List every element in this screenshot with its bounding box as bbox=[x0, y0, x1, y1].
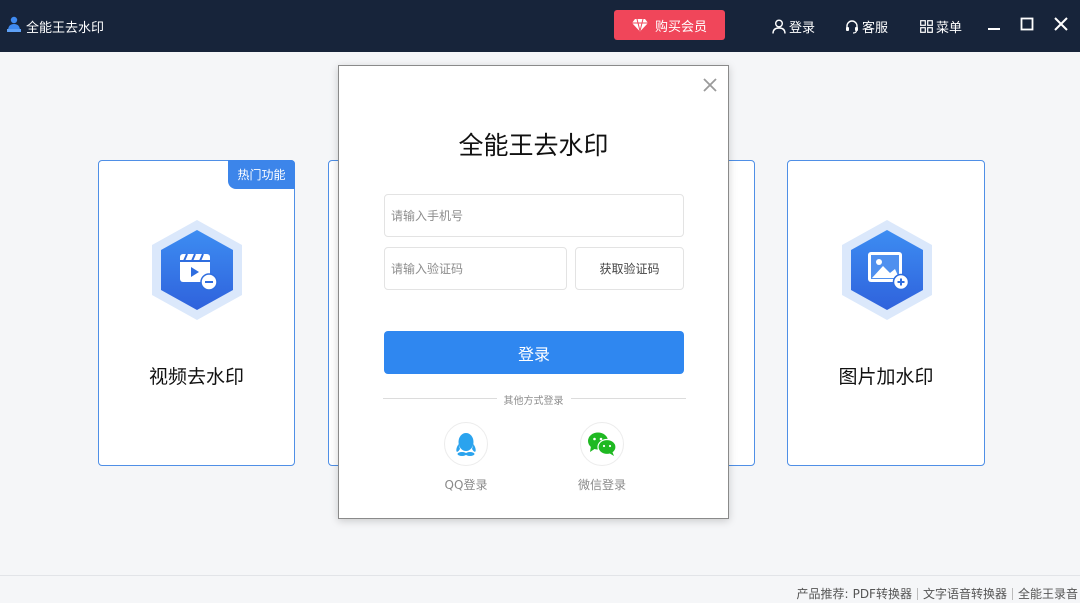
video-icon bbox=[152, 220, 242, 320]
grid-icon bbox=[920, 20, 933, 33]
footer-link-audio-recorder[interactable]: 全能王录音 bbox=[1018, 585, 1078, 602]
dialog-title: 全能王去水印 bbox=[458, 131, 609, 160]
footer-separator bbox=[1011, 587, 1013, 600]
phone-input[interactable] bbox=[384, 194, 684, 237]
qq-login-button[interactable] bbox=[444, 422, 488, 466]
maximize-icon[interactable] bbox=[1019, 16, 1035, 32]
card-label-video: 视频去水印 bbox=[148, 366, 244, 388]
footer-prefix: 产品推荐: bbox=[796, 587, 849, 601]
qq-login-label: QQ登录 bbox=[444, 478, 488, 492]
verification-code-input[interactable] bbox=[384, 247, 567, 290]
close-icon[interactable] bbox=[703, 78, 717, 92]
login-link[interactable]: 登录 bbox=[772, 17, 815, 36]
wechat-login-label: 微信登录 bbox=[577, 478, 626, 492]
login-dialog: 全能王去水印 获取验证码 登录 其他方式登录 QQ登录 微信登录 bbox=[338, 65, 729, 519]
menu-link[interactable]: 菜单 bbox=[920, 17, 962, 36]
footer-separator bbox=[916, 587, 918, 600]
app-logo-icon bbox=[7, 16, 21, 32]
login-link-label: 登录 bbox=[789, 21, 816, 36]
title-bar: 全能王去水印 购买会员 登录 客服 菜单 bbox=[0, 0, 1080, 52]
wechat-login-button[interactable] bbox=[580, 422, 624, 466]
footer-divider bbox=[0, 575, 1080, 576]
user-icon bbox=[772, 19, 786, 34]
app-title: 全能王去水印 bbox=[26, 21, 105, 36]
card-video-remove-watermark[interactable]: 热门功能 视频去水印 bbox=[98, 160, 295, 466]
get-code-button[interactable]: 获取验证码 bbox=[575, 247, 684, 290]
menu-label: 菜单 bbox=[936, 21, 963, 36]
card-label-image: 图片加水印 bbox=[838, 366, 934, 388]
qq-icon bbox=[456, 433, 476, 456]
headset-icon bbox=[846, 20, 858, 34]
footer-link-pdf-converter[interactable]: PDF转换器 bbox=[853, 585, 912, 602]
buy-membership-label: 购买会员 bbox=[654, 19, 707, 35]
card-image-add-watermark[interactable]: 图片加水印 bbox=[787, 160, 985, 466]
wechat-icon bbox=[588, 432, 617, 456]
product-recommendations: 产品推荐: PDF转换器 文字语音转换器 全能王录音 bbox=[797, 585, 1078, 602]
diamond-icon bbox=[631, 18, 648, 32]
image-icon bbox=[842, 220, 932, 320]
buy-membership-button[interactable]: 购买会员 bbox=[614, 10, 725, 40]
customer-service-label: 客服 bbox=[862, 21, 889, 36]
other-login-methods-label: 其他方式登录 bbox=[503, 396, 564, 407]
hot-feature-badge: 热门功能 bbox=[228, 160, 295, 189]
footer-link-text-speech-converter[interactable]: 文字语音转换器 bbox=[923, 585, 1007, 602]
customer-service-link[interactable]: 客服 bbox=[845, 17, 888, 36]
minimize-icon[interactable] bbox=[986, 16, 1002, 32]
close-icon[interactable] bbox=[1053, 16, 1069, 32]
login-submit-button[interactable]: 登录 bbox=[384, 331, 684, 374]
